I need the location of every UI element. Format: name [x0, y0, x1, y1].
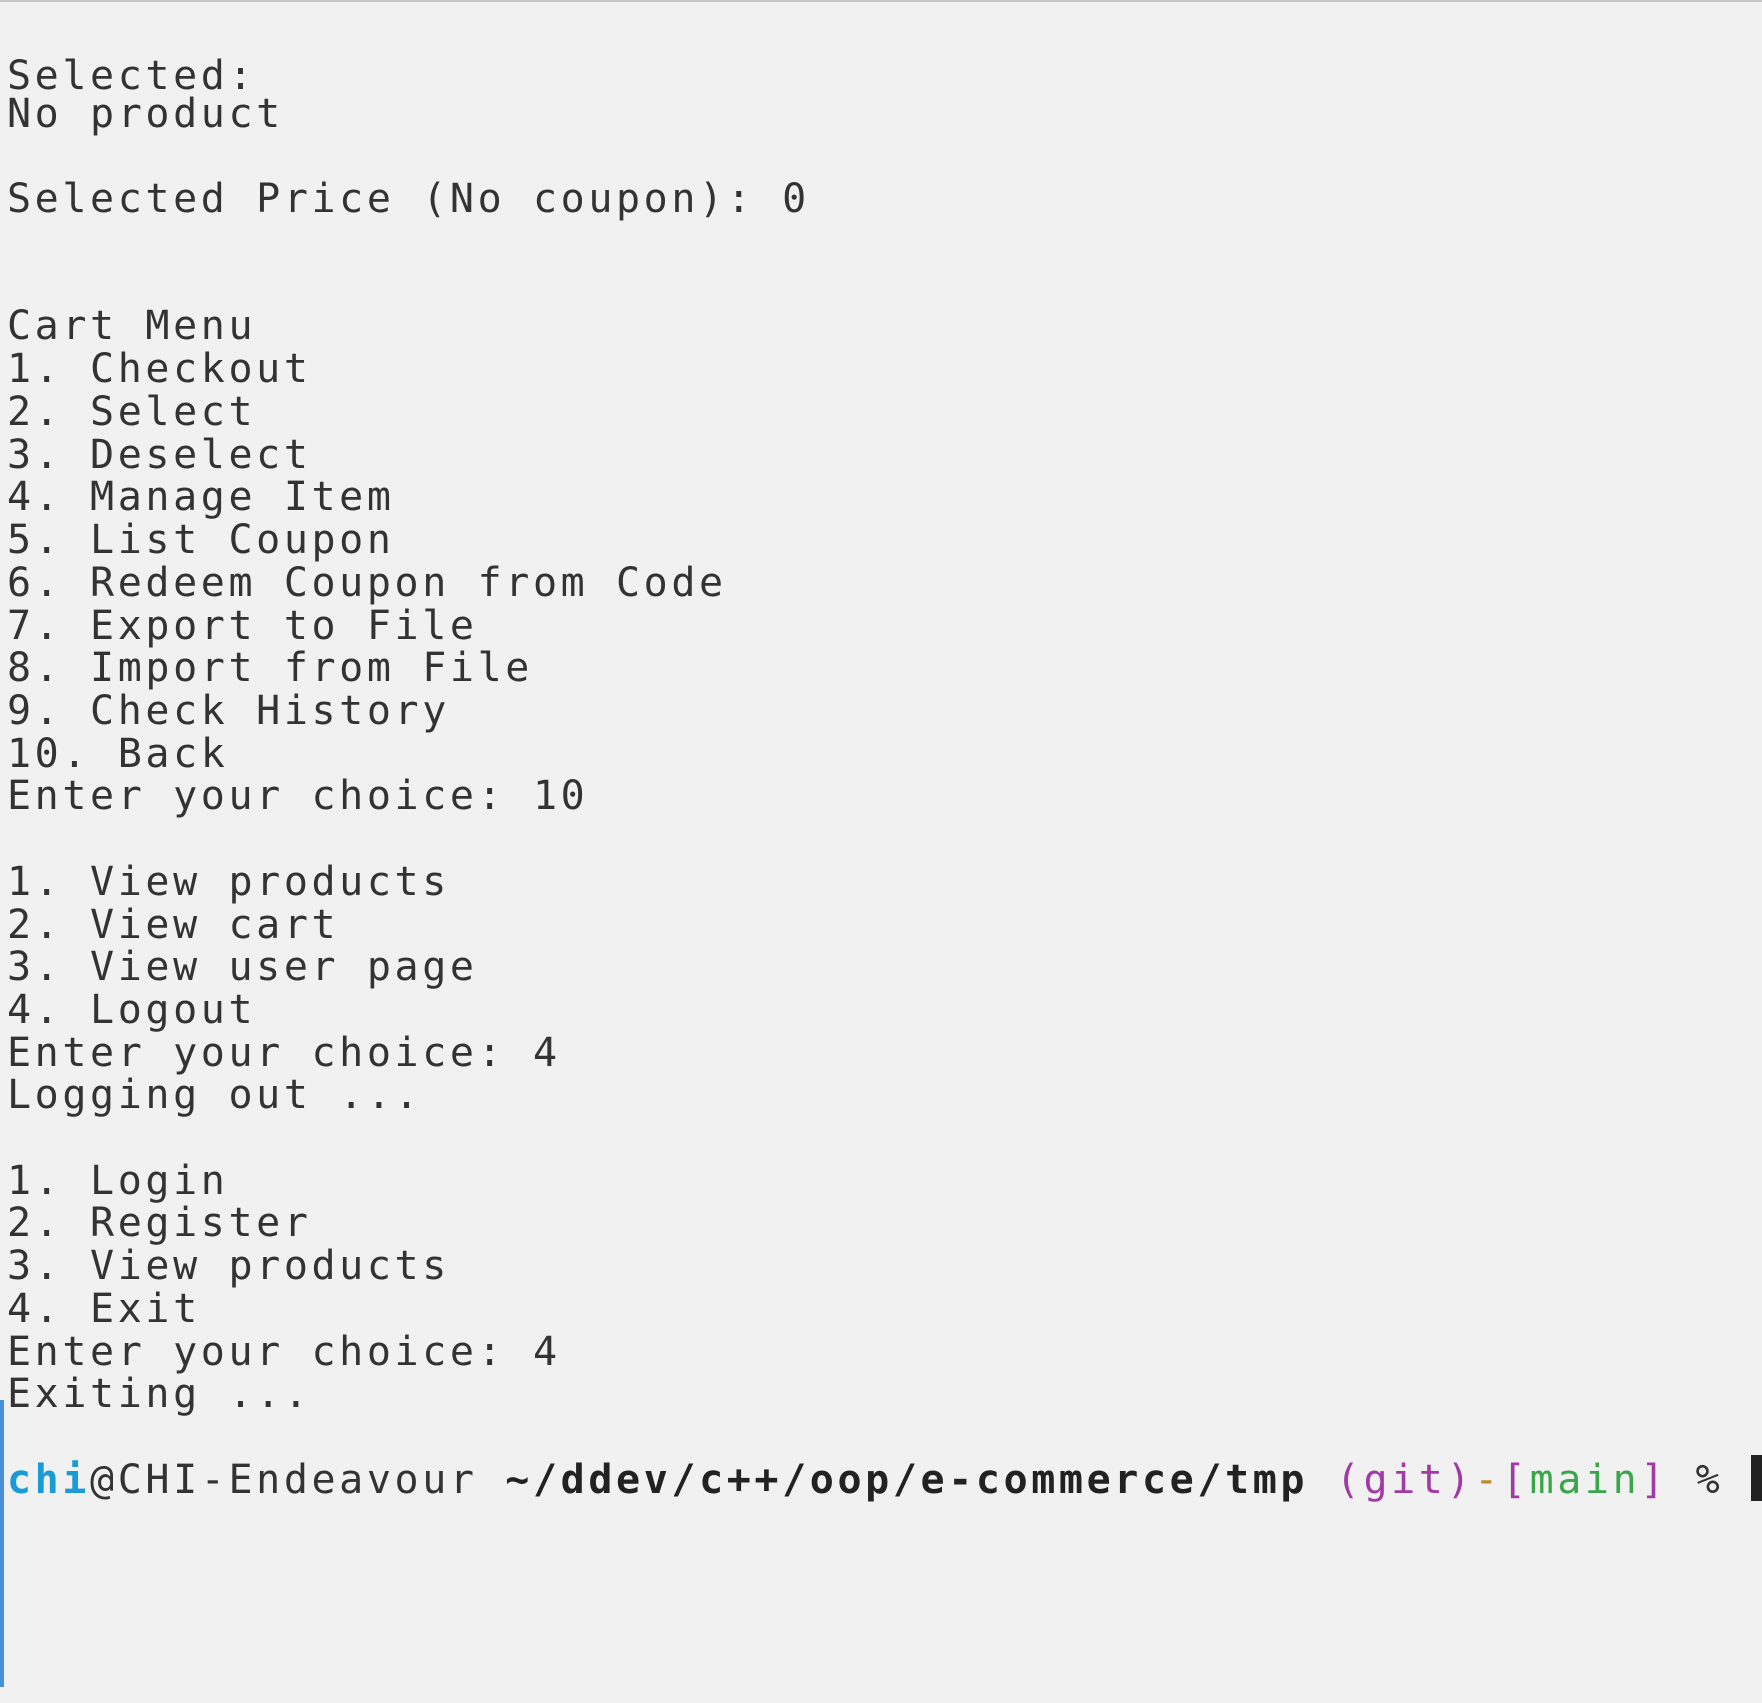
output-line: 1. View products	[7, 859, 450, 905]
prompt-branch: main	[1529, 1457, 1641, 1503]
shell-prompt[interactable]: chi@CHI-Endeavour ~/ddev/c++/oop/e-comme…	[7, 1455, 1762, 1503]
prompt-dash: -	[1474, 1457, 1502, 1503]
prompt-user: chi	[7, 1457, 91, 1503]
output-line: 4. Logout	[7, 987, 257, 1033]
output-line: Enter your choice: 4	[7, 1329, 561, 1375]
prompt-host: @CHI-Endeavour	[90, 1457, 478, 1503]
output-line: 2. Register	[7, 1200, 312, 1246]
output-line: 1. Checkout	[7, 346, 312, 392]
output-line: 3. Deselect	[7, 432, 312, 478]
output-line: 5. List Coupon	[7, 517, 395, 563]
output-line: 8. Import from File	[7, 645, 533, 691]
output-line: 10. Back	[7, 731, 229, 777]
output-line: No product	[7, 91, 284, 137]
output-line: Selected Price (No coupon): 0	[7, 176, 810, 222]
output-line: 2. Select	[7, 389, 257, 435]
prompt-vcs: (git)	[1335, 1457, 1475, 1503]
output-line: Enter your choice: 4	[7, 1030, 561, 1076]
output-line: 4. Exit	[7, 1286, 201, 1332]
output-line: 6. Redeem Coupon from Code	[7, 560, 727, 606]
output-line: 1. Login	[7, 1158, 229, 1204]
output-line: 3. View user page	[7, 944, 478, 990]
output-line: 3. View products	[7, 1243, 450, 1289]
output-line: Exiting ...	[7, 1371, 312, 1417]
output-line: Logging out ...	[7, 1072, 423, 1118]
prompt-path: ~/ddev/c++/oop/e-commerce/tmp	[505, 1457, 1309, 1503]
text-cursor[interactable]	[1751, 1455, 1762, 1501]
prompt-symbol: %	[1695, 1457, 1724, 1503]
prompt-bracket-open: [	[1501, 1457, 1530, 1503]
output-line: Cart Menu	[7, 303, 257, 349]
scroll-marker	[0, 1400, 4, 1687]
prompt-bracket-close: ]	[1640, 1457, 1668, 1503]
output-line: 4. Manage Item	[7, 474, 395, 520]
output-line: 2. View cart	[7, 902, 340, 948]
output-line: 9. Check History	[7, 688, 450, 734]
terminal-window[interactable]: Selected: No product Selected Price (No …	[0, 0, 1762, 1703]
output-line: 7. Export to File	[7, 603, 478, 649]
output-line: Enter your choice: 10	[7, 773, 589, 819]
